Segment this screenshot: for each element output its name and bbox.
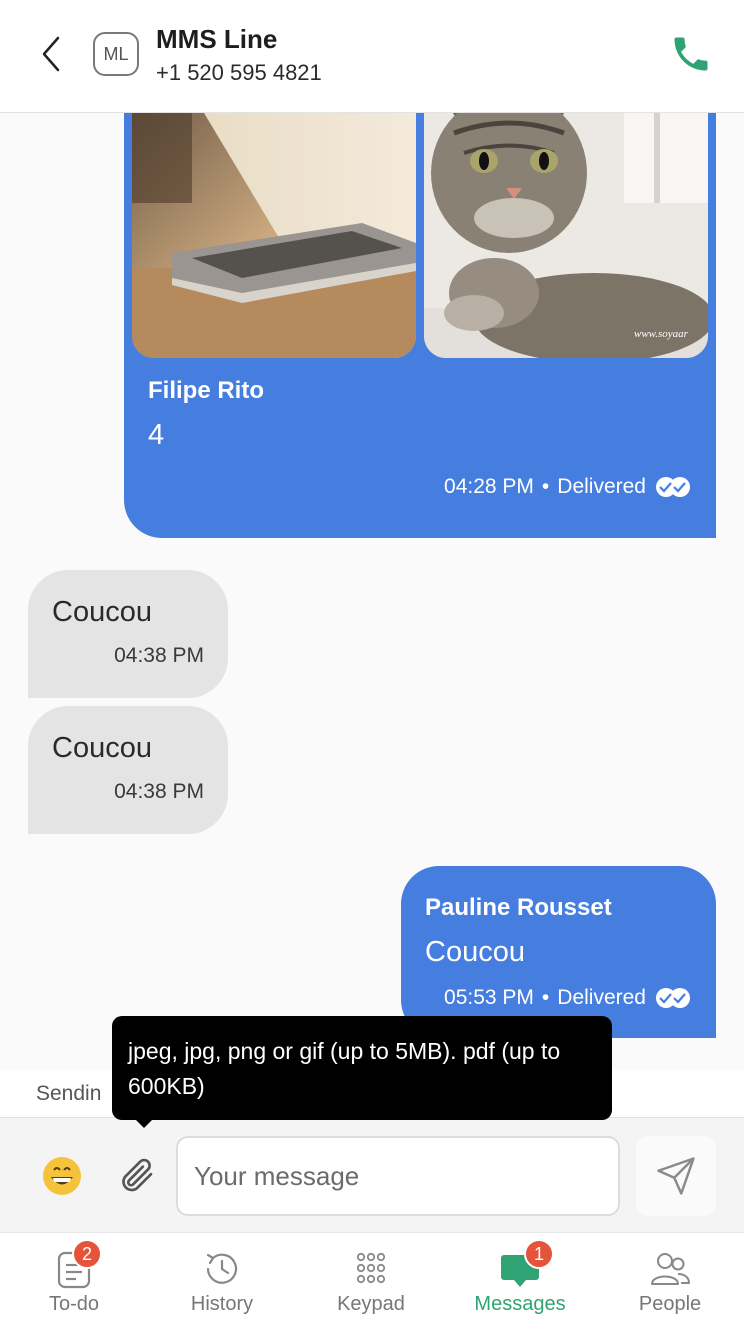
keypad-icon xyxy=(356,1252,386,1284)
message-text: Coucou xyxy=(425,936,525,968)
grinning-face-icon xyxy=(43,1157,81,1195)
message-input[interactable] xyxy=(176,1136,620,1216)
message-time: 04:28 PM xyxy=(444,475,534,498)
contact-name: MMS Line xyxy=(156,24,278,54)
tab-todo[interactable]: 2 To-do xyxy=(0,1233,148,1322)
incoming-message-bubble: Coucou 04:38 PM xyxy=(28,706,228,834)
message-status: Delivered xyxy=(557,986,646,1009)
message-sender: Pauline Rousset xyxy=(425,894,612,921)
history-icon xyxy=(206,1253,238,1284)
back-button[interactable] xyxy=(36,34,70,74)
tab-label: Keypad xyxy=(337,1293,405,1315)
attach-button[interactable] xyxy=(116,1154,156,1196)
message-time: 05:53 PM xyxy=(444,986,534,1009)
phone-icon xyxy=(674,37,708,71)
tab-label: To-do xyxy=(48,1293,100,1315)
paperclip-icon xyxy=(122,1158,153,1192)
tab-label: Messages xyxy=(474,1293,566,1315)
tab-keypad[interactable]: Keypad xyxy=(297,1233,445,1322)
double-check-icon xyxy=(656,477,690,497)
chevron-left-icon xyxy=(42,36,60,72)
attachment-formats-tooltip: jpeg, jpg, png or gif (up to 5MB). pdf (… xyxy=(112,1016,612,1120)
tab-people[interactable]: People xyxy=(596,1233,744,1322)
message-text: Coucou xyxy=(52,732,152,764)
todo-count-badge: 2 xyxy=(72,1239,102,1269)
message-composer xyxy=(0,1118,744,1232)
message-sender: Filipe Rito xyxy=(148,377,264,404)
double-check-icon xyxy=(656,988,690,1008)
cat-photo-icon: www.soyaar xyxy=(424,113,708,358)
people-icon xyxy=(651,1253,690,1285)
outgoing-message-bubble: www.soyaar Filipe Rito 4 04:28 PM • Deli… xyxy=(124,113,716,538)
message-text: Coucou xyxy=(52,596,152,628)
tab-label: People xyxy=(638,1293,702,1315)
contact-number: +1 520 595 4821 xyxy=(156,60,322,85)
tooltip-arrow xyxy=(134,1118,154,1128)
messages-count-badge: 1 xyxy=(524,1239,554,1269)
sending-status-text: Sendin xyxy=(36,1082,102,1105)
message-meta: 05:53 PM • Delivered xyxy=(444,986,692,1010)
message-list[interactable]: www.soyaar Filipe Rito 4 04:28 PM • Deli… xyxy=(0,113,744,1070)
incoming-message-bubble: Coucou 04:38 PM xyxy=(28,570,228,698)
outgoing-message-bubble: Pauline Rousset Coucou 05:53 PM • Delive… xyxy=(401,866,716,1038)
laptop-photo-attachment[interactable] xyxy=(132,113,416,358)
emoji-button[interactable] xyxy=(42,1156,82,1196)
call-button[interactable] xyxy=(668,32,714,76)
message-status: Delivered xyxy=(557,475,646,498)
bottom-tab-bar: 2 To-do History Keypad 1 Messages People xyxy=(0,1232,744,1322)
message-time: 04:38 PM xyxy=(114,780,204,803)
send-icon xyxy=(657,1157,695,1195)
meta-separator: • xyxy=(541,986,550,1009)
avatar: ML xyxy=(93,32,139,76)
tab-history[interactable]: History xyxy=(148,1233,296,1322)
message-time: 04:38 PM xyxy=(114,644,204,667)
laptop-photo-icon xyxy=(132,113,416,358)
message-text: 4 xyxy=(148,419,165,451)
svg-text:www.soyaar: www.soyaar xyxy=(634,328,689,340)
tab-messages[interactable]: 1 Messages xyxy=(446,1233,594,1322)
message-meta: 04:28 PM • Delivered xyxy=(444,475,692,499)
conversation-header: ML MMS Line +1 520 595 4821 xyxy=(0,0,744,113)
meta-separator: • xyxy=(541,475,550,498)
tab-label: History xyxy=(190,1293,254,1315)
send-button[interactable] xyxy=(636,1136,716,1216)
cat-photo-attachment[interactable]: www.soyaar xyxy=(424,113,708,358)
